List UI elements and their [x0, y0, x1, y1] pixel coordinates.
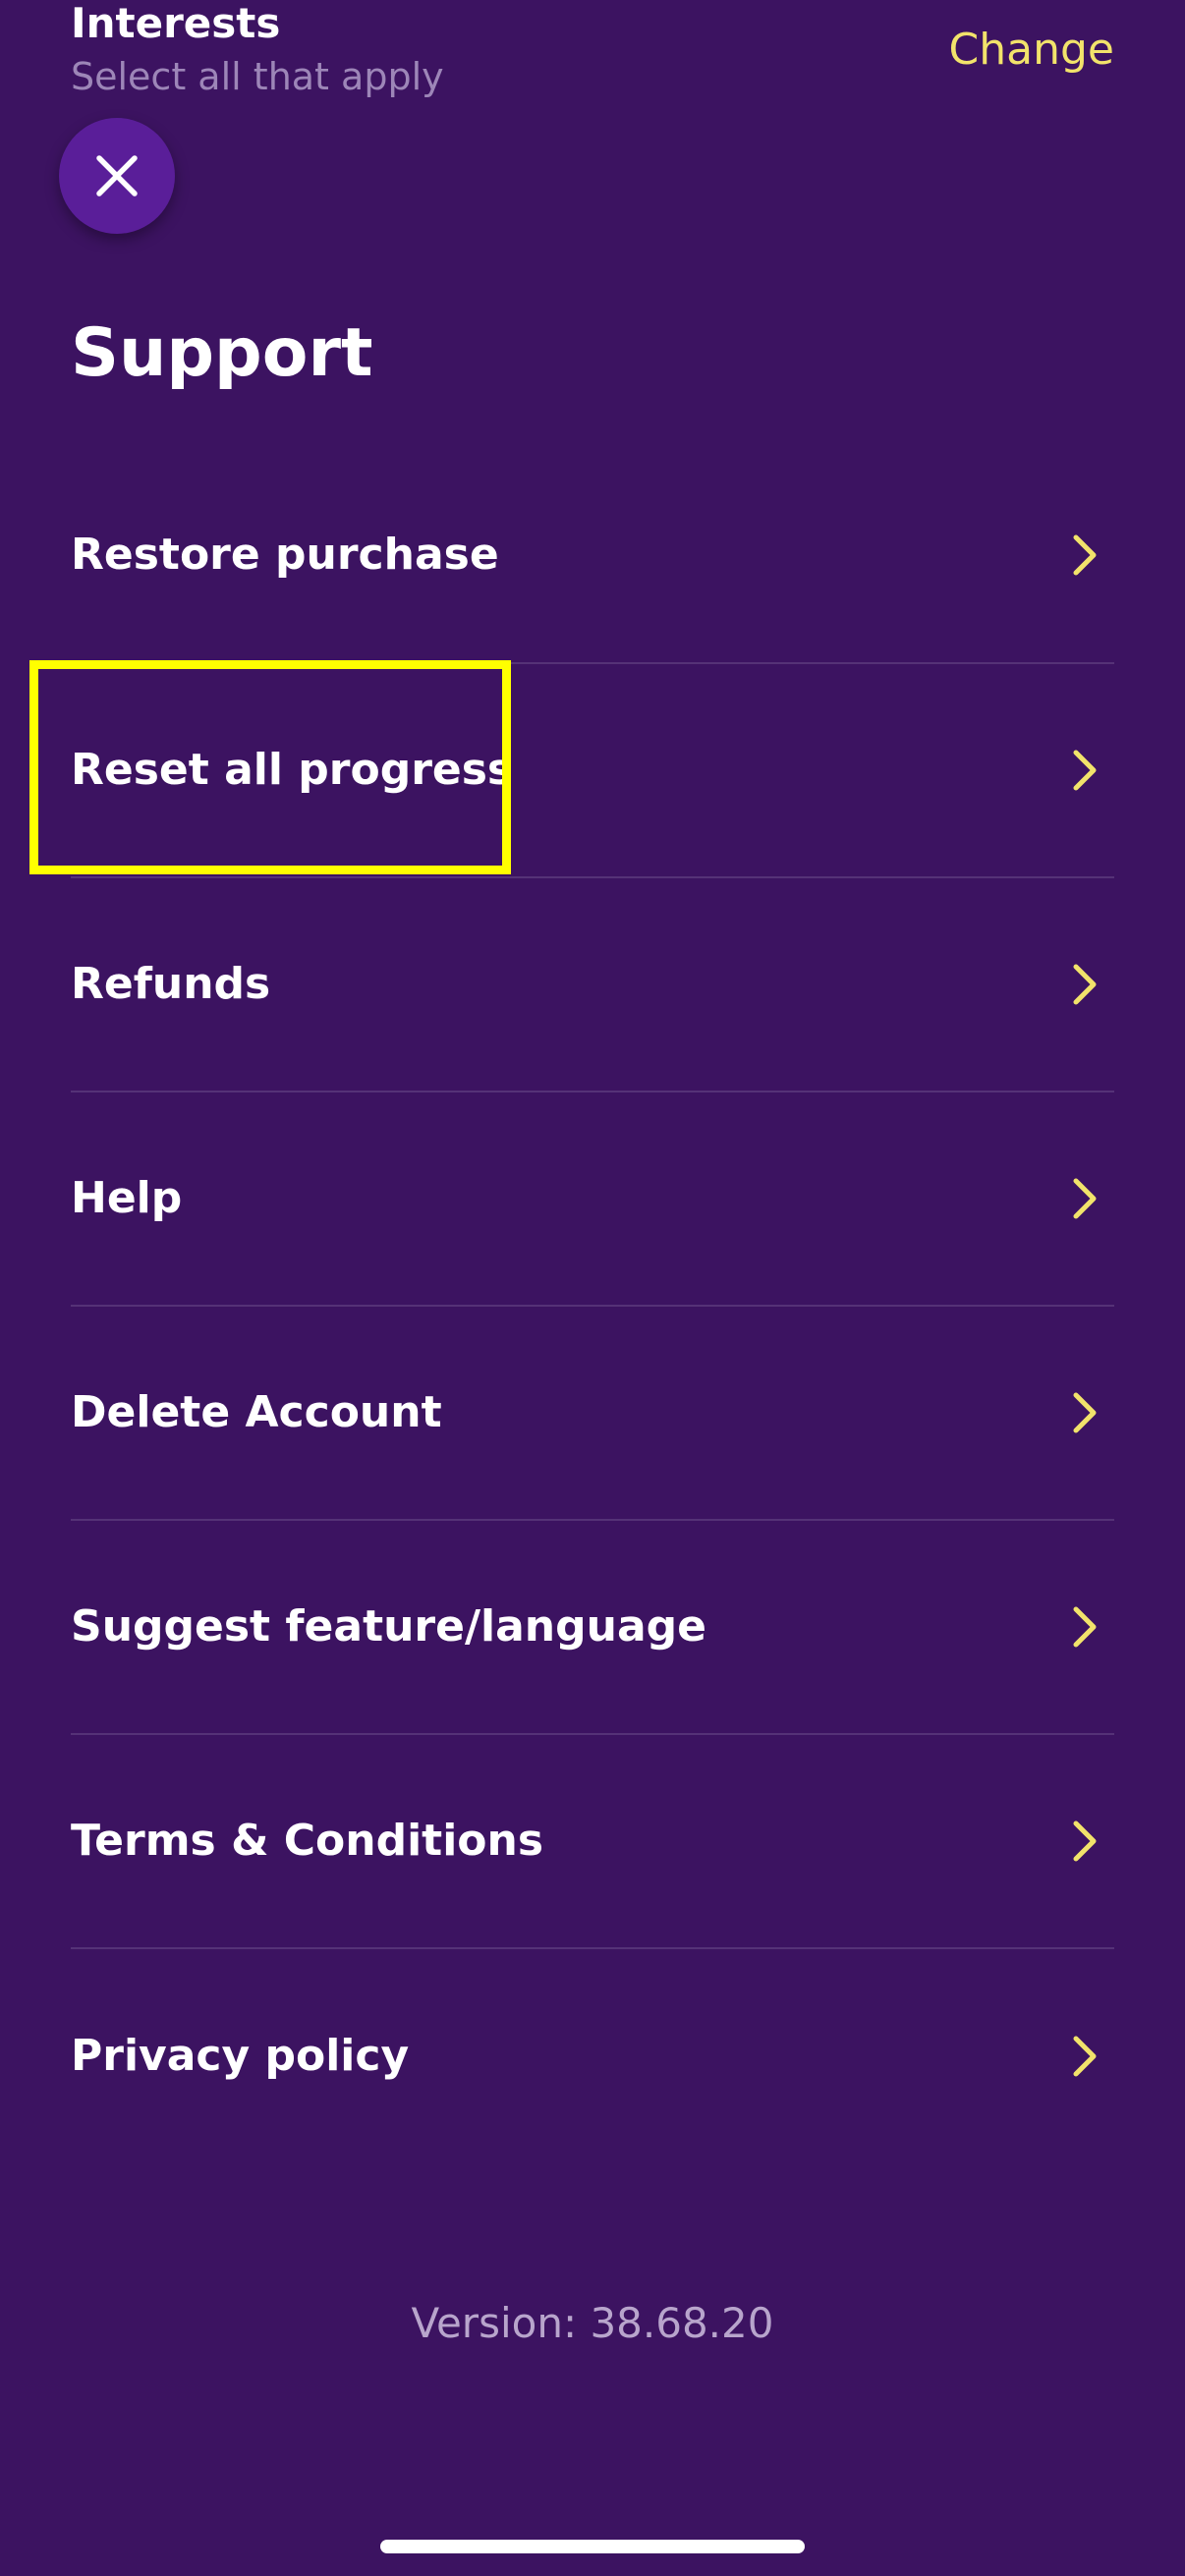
- chevron-right-icon: [1073, 750, 1097, 791]
- home-indicator[interactable]: [380, 2540, 805, 2553]
- menu-item-label: Privacy policy: [71, 2031, 410, 2081]
- menu-item-refunds[interactable]: Refunds: [71, 878, 1114, 1092]
- menu-item-privacy-policy[interactable]: Privacy policy: [71, 1949, 1114, 2163]
- menu-item-label: Help: [71, 1173, 183, 1223]
- menu-item-restore-purchase[interactable]: Restore purchase: [71, 448, 1114, 664]
- menu-item-suggest-feature[interactable]: Suggest feature/language: [71, 1521, 1114, 1735]
- menu-item-reset-all-progress[interactable]: Reset all progress: [71, 664, 1114, 878]
- menu-item-label: Refunds: [71, 959, 271, 1009]
- close-icon: [96, 155, 138, 196]
- page-title: Support: [71, 314, 373, 392]
- chevron-right-icon: [1073, 2036, 1097, 2077]
- interests-section: Interests Select all that apply Change: [71, 0, 1114, 108]
- close-button[interactable]: [59, 118, 175, 234]
- chevron-right-icon: [1073, 534, 1097, 576]
- menu-item-terms-conditions[interactable]: Terms & Conditions: [71, 1735, 1114, 1949]
- menu-item-label: Reset all progress: [71, 745, 514, 795]
- interests-subtitle: Select all that apply: [71, 55, 444, 98]
- support-menu: Restore purchase Reset all progress Refu…: [71, 448, 1114, 2163]
- menu-item-delete-account[interactable]: Delete Account: [71, 1307, 1114, 1521]
- interests-title: Interests: [71, 0, 281, 47]
- chevron-right-icon: [1073, 1392, 1097, 1433]
- menu-item-label: Restore purchase: [71, 530, 499, 580]
- change-button[interactable]: Change: [949, 26, 1114, 75]
- chevron-right-icon: [1073, 1820, 1097, 1862]
- menu-item-label: Suggest feature/language: [71, 1601, 706, 1652]
- menu-item-label: Terms & Conditions: [71, 1816, 544, 1866]
- version-label: Version: 38.68.20: [411, 2299, 774, 2347]
- chevron-right-icon: [1073, 1606, 1097, 1648]
- chevron-right-icon: [1073, 964, 1097, 1005]
- menu-item-label: Delete Account: [71, 1387, 442, 1437]
- chevron-right-icon: [1073, 1178, 1097, 1219]
- menu-item-help[interactable]: Help: [71, 1092, 1114, 1307]
